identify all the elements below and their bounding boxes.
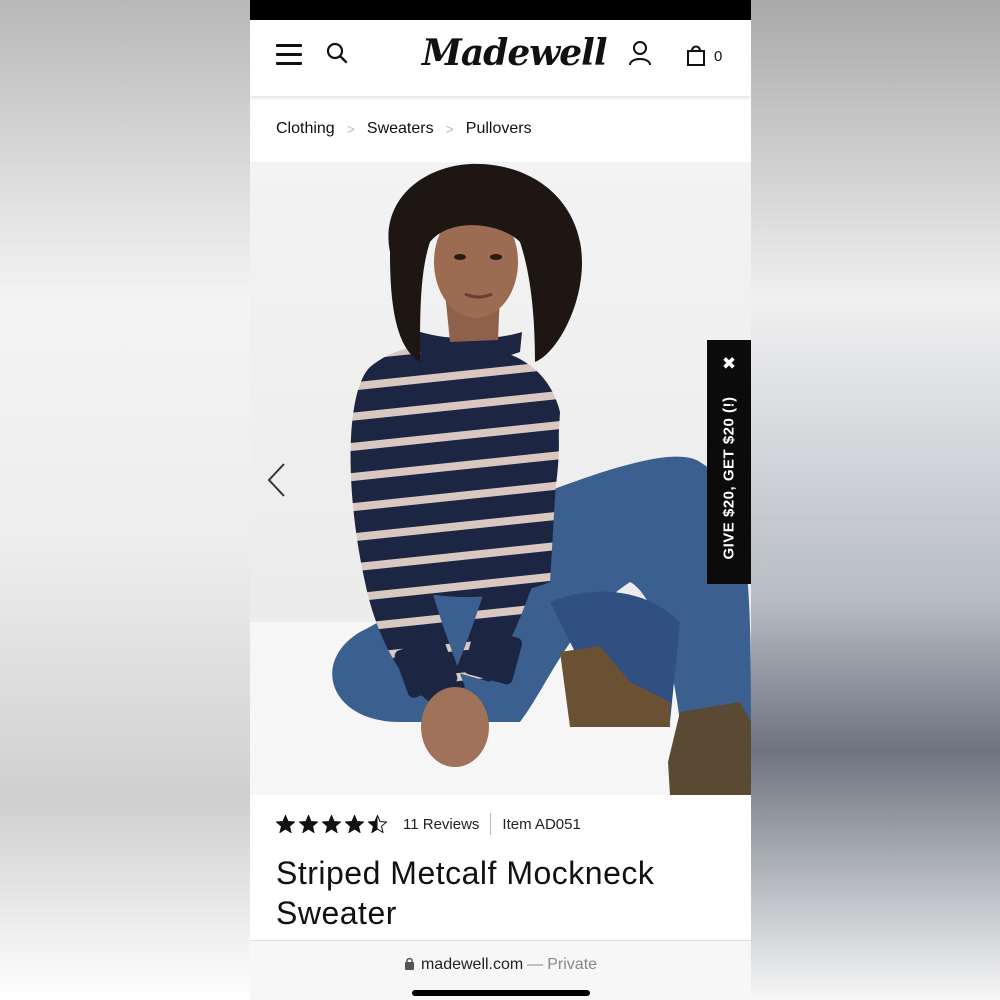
top-navigation: Madewell 0 <box>250 20 751 96</box>
rating-row: 11 Reviews Item AD051 <box>250 795 751 853</box>
breadcrumb: Clothing > Sweaters > Pullovers <box>250 96 751 162</box>
star-icon <box>299 815 318 833</box>
browser-url-bar[interactable]: madewell.com — Private <box>250 940 751 1000</box>
star-icon <box>322 815 341 833</box>
star-icon <box>368 815 387 833</box>
promo-text: GIVE $20, GET $20 (!) <box>720 396 738 560</box>
divider <box>490 813 492 835</box>
url-domain: madewell.com <box>420 956 524 973</box>
breadcrumb-sweaters[interactable]: Sweaters <box>367 120 434 138</box>
hamburger-menu-icon[interactable] <box>276 44 302 66</box>
background-left <box>0 0 250 1000</box>
status-bar <box>250 0 751 20</box>
star-icon <box>276 815 295 833</box>
breadcrumb-clothing[interactable]: Clothing <box>276 120 335 138</box>
bag-count: 0 <box>714 48 723 65</box>
chevron-left-icon[interactable] <box>264 462 288 498</box>
item-number: Item AD051 <box>502 815 581 833</box>
shopping-bag-icon[interactable] <box>686 44 706 66</box>
product-photo <box>250 163 751 795</box>
url-separator: — <box>527 956 544 973</box>
search-icon[interactable] <box>326 42 348 64</box>
product-title: Striped Metcalf Mockneck Sweater <box>276 855 655 931</box>
brand-logo[interactable]: Madewell <box>422 32 607 74</box>
star-rating[interactable] <box>276 815 387 833</box>
breadcrumb-pullovers[interactable]: Pullovers <box>466 120 532 138</box>
privacy-label: Private <box>547 956 598 973</box>
phone-screen: Madewell 0 Clothing > Sweaters > Pullove… <box>250 0 751 1000</box>
referral-promo-tab[interactable]: ✖ GIVE $20, GET $20 (!) <box>707 340 751 584</box>
background-right <box>750 0 1000 1000</box>
lock-icon <box>404 957 414 970</box>
home-indicator[interactable] <box>412 990 590 996</box>
account-icon[interactable] <box>628 40 652 66</box>
close-icon[interactable]: ✖ <box>707 354 751 374</box>
product-image-carousel[interactable]: ✖ GIVE $20, GET $20 (!) <box>250 162 751 795</box>
reviews-link[interactable]: 11 Reviews <box>403 816 479 833</box>
breadcrumb-separator: > <box>445 121 454 137</box>
star-icon <box>345 815 364 833</box>
breadcrumb-separator: > <box>346 121 355 137</box>
